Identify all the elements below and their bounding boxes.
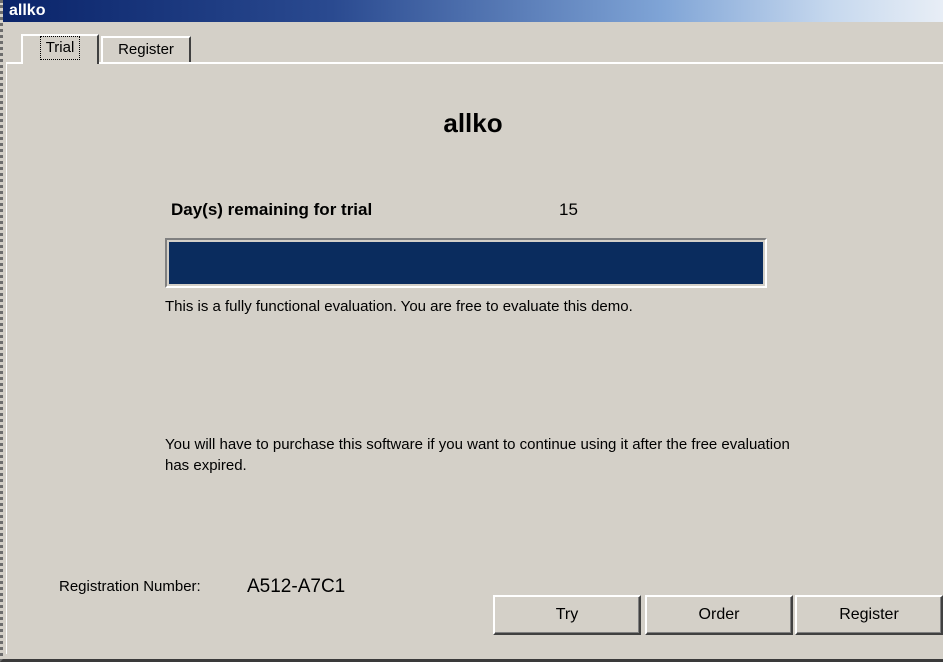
window-title: allko: [9, 2, 46, 19]
trial-progress-bar: [165, 238, 767, 288]
tab-register-label: Register: [118, 41, 174, 58]
order-button[interactable]: Order: [645, 595, 793, 635]
evaluation-notice: This is a fully functional evaluation. Y…: [165, 298, 633, 315]
dialog-window: allko Trial Register allko Day(s) remain…: [0, 0, 943, 662]
app-title: allko: [443, 108, 503, 138]
register-button[interactable]: Register: [795, 595, 943, 635]
days-remaining-value: 15: [559, 200, 578, 219]
trial-progress-fill: [169, 242, 763, 284]
tab-panel-top-edge: [6, 62, 943, 64]
try-button[interactable]: Try: [493, 595, 641, 635]
tab-register[interactable]: Register: [101, 36, 191, 62]
purchase-notice: You will have to purchase this software …: [165, 436, 790, 474]
registration-number-value: A512-A7C1: [247, 576, 346, 597]
tab-trial[interactable]: Trial: [21, 34, 99, 64]
title-bar[interactable]: allko: [3, 0, 943, 22]
days-remaining-label: Day(s) remaining for trial: [171, 200, 373, 219]
tab-panel-left-edge: [6, 64, 7, 654]
tab-trial-label: Trial: [39, 36, 81, 60]
registration-number-label: Registration Number:: [59, 578, 201, 595]
